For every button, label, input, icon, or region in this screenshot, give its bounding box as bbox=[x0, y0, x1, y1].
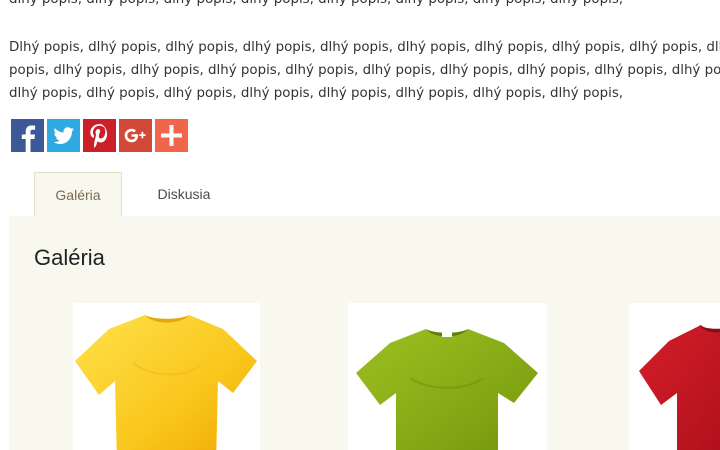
tab-gallery[interactable]: Galéria bbox=[34, 172, 122, 217]
more-share-button[interactable] bbox=[155, 119, 188, 152]
google-plus-share-button[interactable] bbox=[119, 119, 152, 152]
red-tshirt-image bbox=[639, 325, 720, 450]
content-tabs: Galéria Diskusia bbox=[9, 172, 720, 217]
yellow-tshirt-image bbox=[75, 315, 257, 450]
gallery-title: Galéria bbox=[34, 245, 105, 270]
facebook-share-button[interactable] bbox=[11, 119, 44, 152]
green-tshirt-image bbox=[356, 329, 538, 450]
gallery-panel: Galéria bbox=[9, 216, 720, 450]
gallery-item-yellow-tshirt[interactable] bbox=[73, 303, 260, 450]
pinterest-share-button[interactable] bbox=[83, 119, 116, 152]
description-line: Dlhý popis, dlhý popis, dlhý popis, dlhý… bbox=[9, 40, 720, 55]
product-description: Dlhý popis, dlhý popis, dlhý popis, dlhý… bbox=[9, 36, 720, 105]
google-plus-icon bbox=[124, 128, 146, 143]
tab-discussion[interactable]: Diskusia bbox=[134, 172, 234, 215]
plus-icon bbox=[161, 125, 182, 146]
twitter-icon bbox=[53, 127, 74, 144]
description-line: dlhý popis, dlhý popis, dlhý popis, dlhý… bbox=[9, 86, 624, 101]
description-line: dlhý popis, dlhý popis, dlhý popis, dlhý… bbox=[9, 0, 720, 11]
twitter-share-button[interactable] bbox=[47, 119, 80, 152]
gallery-item-green-tshirt[interactable] bbox=[348, 303, 547, 450]
share-buttons bbox=[11, 119, 188, 152]
facebook-icon bbox=[21, 125, 36, 152]
product-description-top: dlhý popis, dlhý popis, dlhý popis, dlhý… bbox=[9, 0, 720, 11]
gallery-item-red-tshirt[interactable] bbox=[629, 303, 720, 450]
pinterest-icon bbox=[90, 124, 108, 148]
description-line: popis, dlhý popis, dlhý popis, dlhý popi… bbox=[9, 63, 720, 78]
